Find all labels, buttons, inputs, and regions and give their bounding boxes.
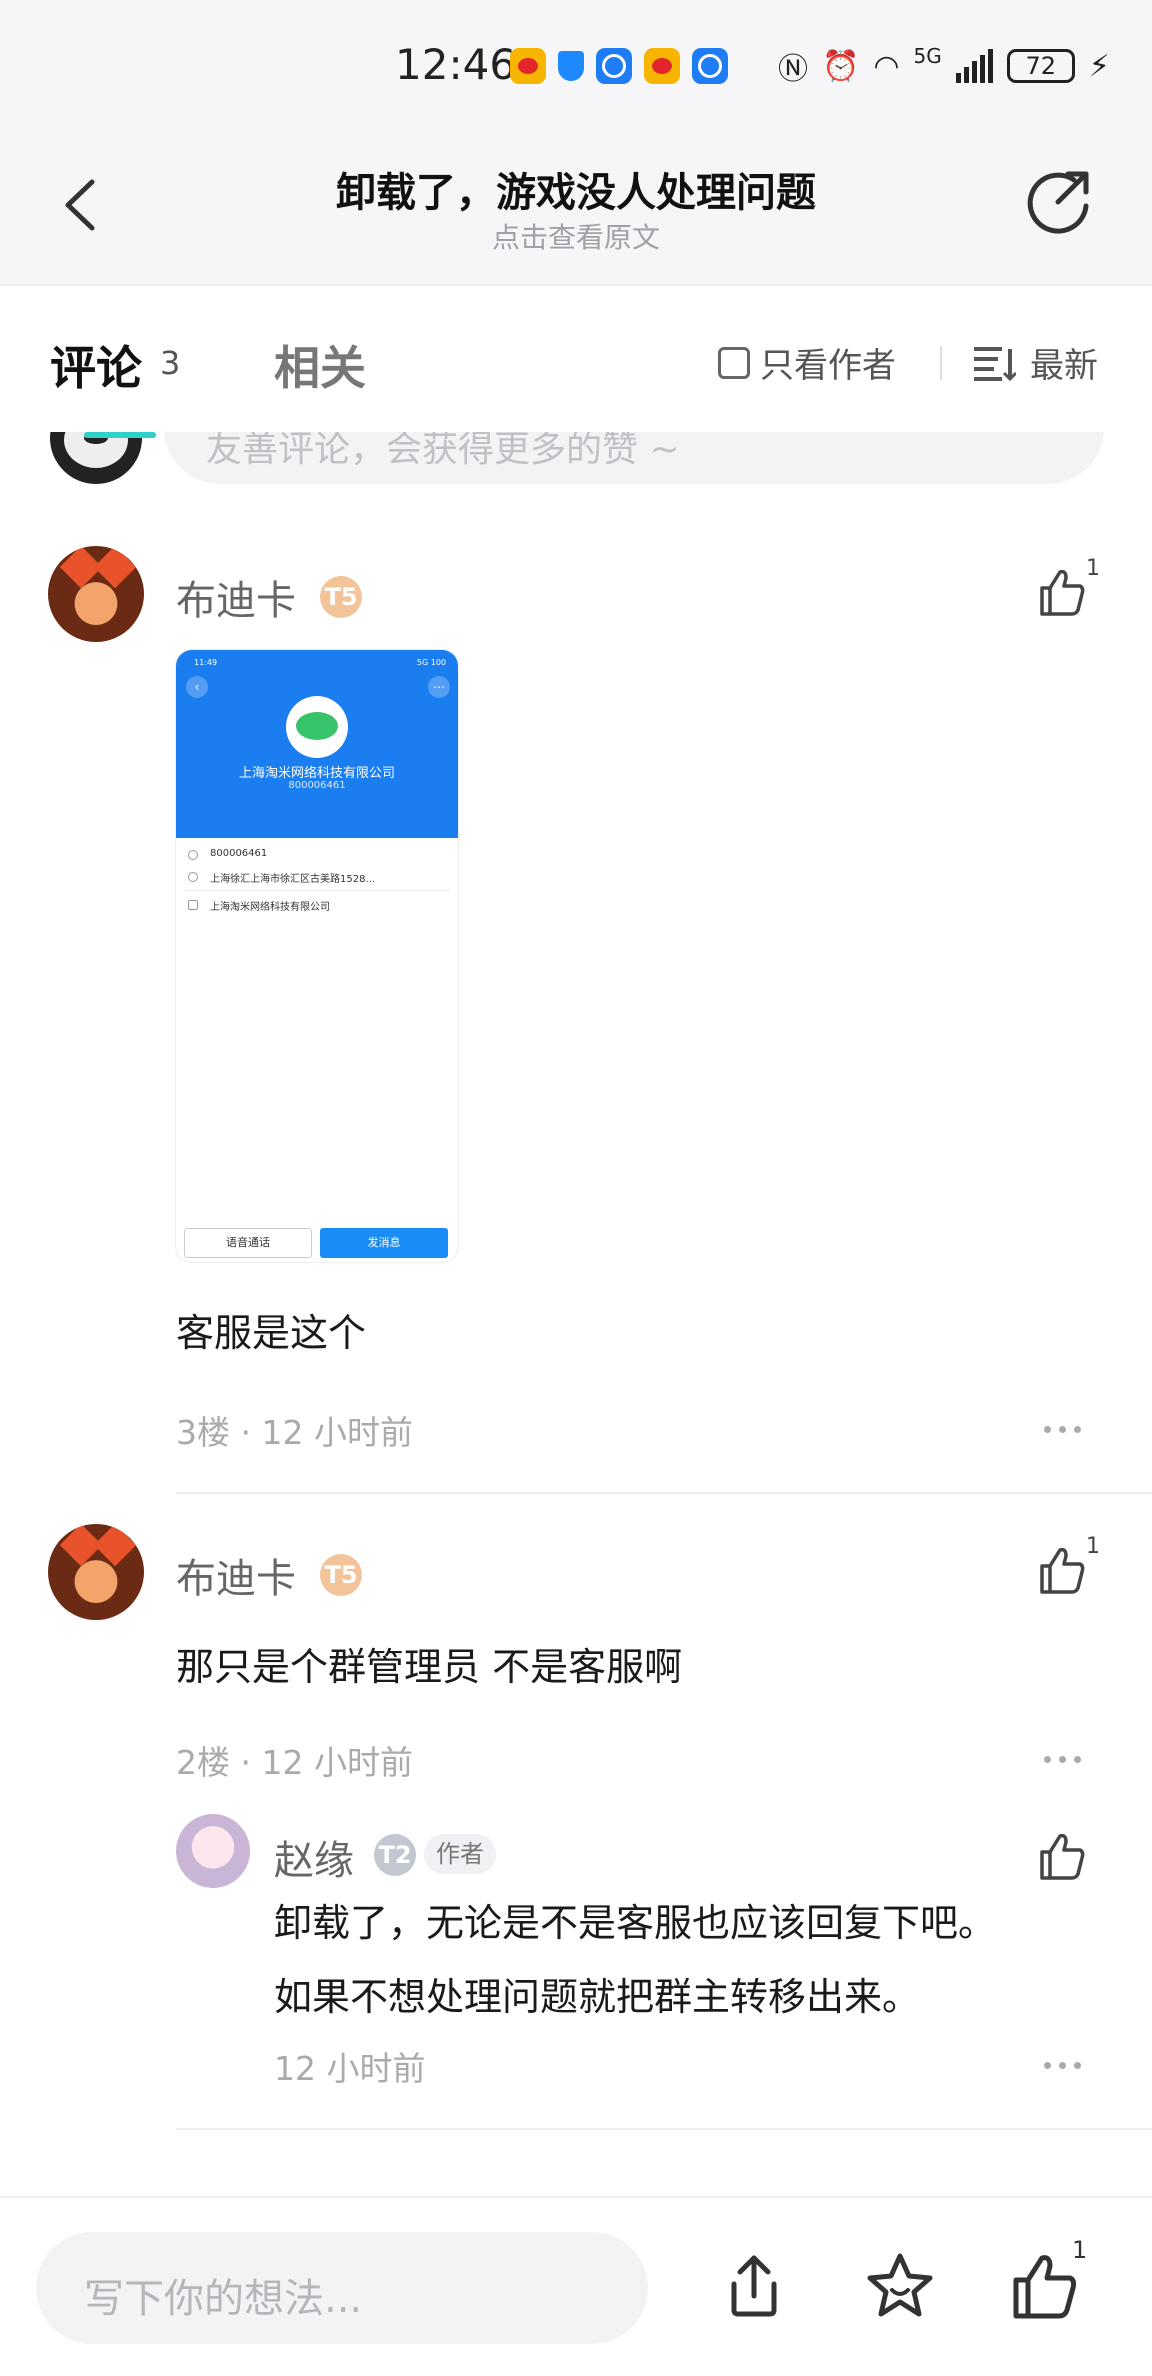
level-badge: T2 [374, 1834, 416, 1876]
comment-username[interactable]: 布迪卡 [176, 568, 296, 626]
like-count: 1 [1086, 1534, 1100, 1559]
notification-icons [510, 48, 728, 84]
nfc-icon: Ⓝ [778, 52, 808, 87]
more-options-icon[interactable] [1044, 1756, 1081, 1763]
favorite-icon[interactable] [864, 2250, 936, 2322]
level-badge: T5 [320, 1554, 362, 1596]
comment-count: 3 [160, 344, 181, 382]
reply-text: 卸载了，无论是不是客服也应该回复下吧。 [274, 1901, 997, 1945]
like-icon[interactable] [1008, 2250, 1080, 2322]
sort-button[interactable]: 最新 [972, 338, 1098, 387]
screenshot-voice-call-button: 语音通话 [184, 1228, 312, 1258]
network-label: 5G [913, 44, 942, 68]
building-icon [188, 900, 198, 910]
id-icon [188, 850, 198, 860]
page-title: 卸载了，游戏没人处理问题 [336, 170, 816, 216]
system-icons: Ⓝ ⏰ ◠ 5G 72 ⚡ [778, 44, 1110, 88]
screenshot-info-company: 上海淘米网络科技有限公司 [210, 902, 330, 913]
qq-icon [692, 48, 728, 84]
author-only-toggle[interactable]: 只看作者 [718, 338, 896, 387]
qq-icon [596, 48, 632, 84]
like-count: 1 [1072, 2236, 1088, 2264]
comment-meta: 2楼 · 12 小时前 [176, 1743, 413, 1782]
company-logo [286, 696, 348, 758]
sort-icon [974, 346, 1016, 381]
screenshot-info-address: 上海徐汇上海市徐汇区古美路1528... [210, 874, 375, 885]
signal-icon [955, 49, 993, 83]
like-count: 1 [1086, 556, 1100, 581]
tab-related[interactable]: 相关 [274, 332, 366, 398]
weibo-icon [644, 48, 680, 84]
author-only-label: 只看作者 [760, 346, 896, 386]
more-options-icon[interactable] [1044, 2062, 1081, 2069]
status-time: 12:46 [395, 40, 517, 89]
avatar[interactable] [48, 1524, 144, 1620]
screenshot-header: 11:49 5G 100 ‹ ⋯ 上海淘米网络科技有限公司 800006461 [176, 650, 458, 838]
battery-level: 72 [1025, 52, 1057, 80]
screenshot-company-name: 上海淘米网络科技有限公司 [238, 766, 395, 781]
screenshot-info-id: 800006461 [210, 848, 268, 859]
thoughts-input-placeholder: 写下你的想法... [84, 2276, 363, 2322]
charging-icon: ⚡ [1088, 48, 1110, 84]
like-icon[interactable] [1036, 566, 1088, 618]
comment-meta: 3楼 · 12 小时前 [176, 1413, 413, 1452]
comment-username[interactable]: 布迪卡 [176, 1546, 296, 1604]
share-icon[interactable] [718, 2250, 790, 2322]
level-badge: T5 [320, 576, 362, 618]
page-header: 卸载了，游戏没人处理问题 点击查看原文 [0, 130, 1152, 286]
avatar-badge [84, 432, 156, 438]
share-icon[interactable] [1024, 166, 1094, 236]
checkbox-icon[interactable] [718, 346, 750, 379]
comment-input-placeholder: 友善评论，会获得更多的赞 ~ [206, 432, 680, 470]
weibo-icon [510, 48, 546, 84]
alarm-icon: ⏰ [822, 48, 860, 84]
avatar [50, 432, 142, 484]
bottom-action-bar: 写下你的想法... 1 [0, 2196, 1152, 2376]
divider [940, 346, 942, 380]
location-icon [188, 872, 198, 882]
like-icon[interactable] [1036, 1544, 1088, 1596]
comment-composer: 友善评论，会获得更多的赞 ~ [0, 432, 1152, 492]
shield-icon [558, 51, 584, 81]
view-original-link[interactable]: 点击查看原文 [0, 216, 1152, 256]
sort-label: 最新 [1030, 346, 1098, 386]
divider [176, 1492, 1152, 1494]
reply-time: 12 小时前 [274, 2049, 426, 2088]
back-icon: ‹ [186, 676, 208, 698]
screenshot-company-id: 800006461 [288, 780, 346, 791]
divider [176, 2128, 1152, 2130]
more-icon: ⋯ [428, 676, 450, 698]
divider [184, 890, 450, 891]
author-tag: 作者 [424, 1834, 496, 1874]
wifi-icon: ◠ [873, 48, 900, 84]
screenshot-send-message-button: 发消息 [320, 1228, 448, 1258]
reply-username[interactable]: 赵缘 [274, 1828, 354, 1886]
comment-text: 那只是个群管理员 不是客服啊 [176, 1645, 683, 1689]
avatar[interactable] [48, 546, 144, 642]
like-icon[interactable] [1036, 1830, 1088, 1882]
comment-text: 客服是这个 [176, 1311, 367, 1355]
tab-comments[interactable]: 评论 [50, 332, 142, 398]
screenshot-status-icons: 5G 100 [416, 658, 446, 667]
comment-tabs: 评论 3 相关 只看作者 最新 [0, 288, 1152, 432]
comment-image[interactable]: 11:49 5G 100 ‹ ⋯ 上海淘米网络科技有限公司 800006461 … [176, 650, 458, 1262]
status-bar: 12:46 Ⓝ ⏰ ◠ 5G 72 ⚡ [0, 0, 1152, 130]
screenshot-status-time: 11:49 [194, 658, 218, 667]
more-options-icon[interactable] [1044, 1426, 1081, 1433]
reply-text: 如果不想处理问题就把群主转移出来。 [274, 1975, 921, 2019]
avatar[interactable] [176, 1814, 250, 1888]
battery-icon: 72 [1006, 49, 1075, 83]
